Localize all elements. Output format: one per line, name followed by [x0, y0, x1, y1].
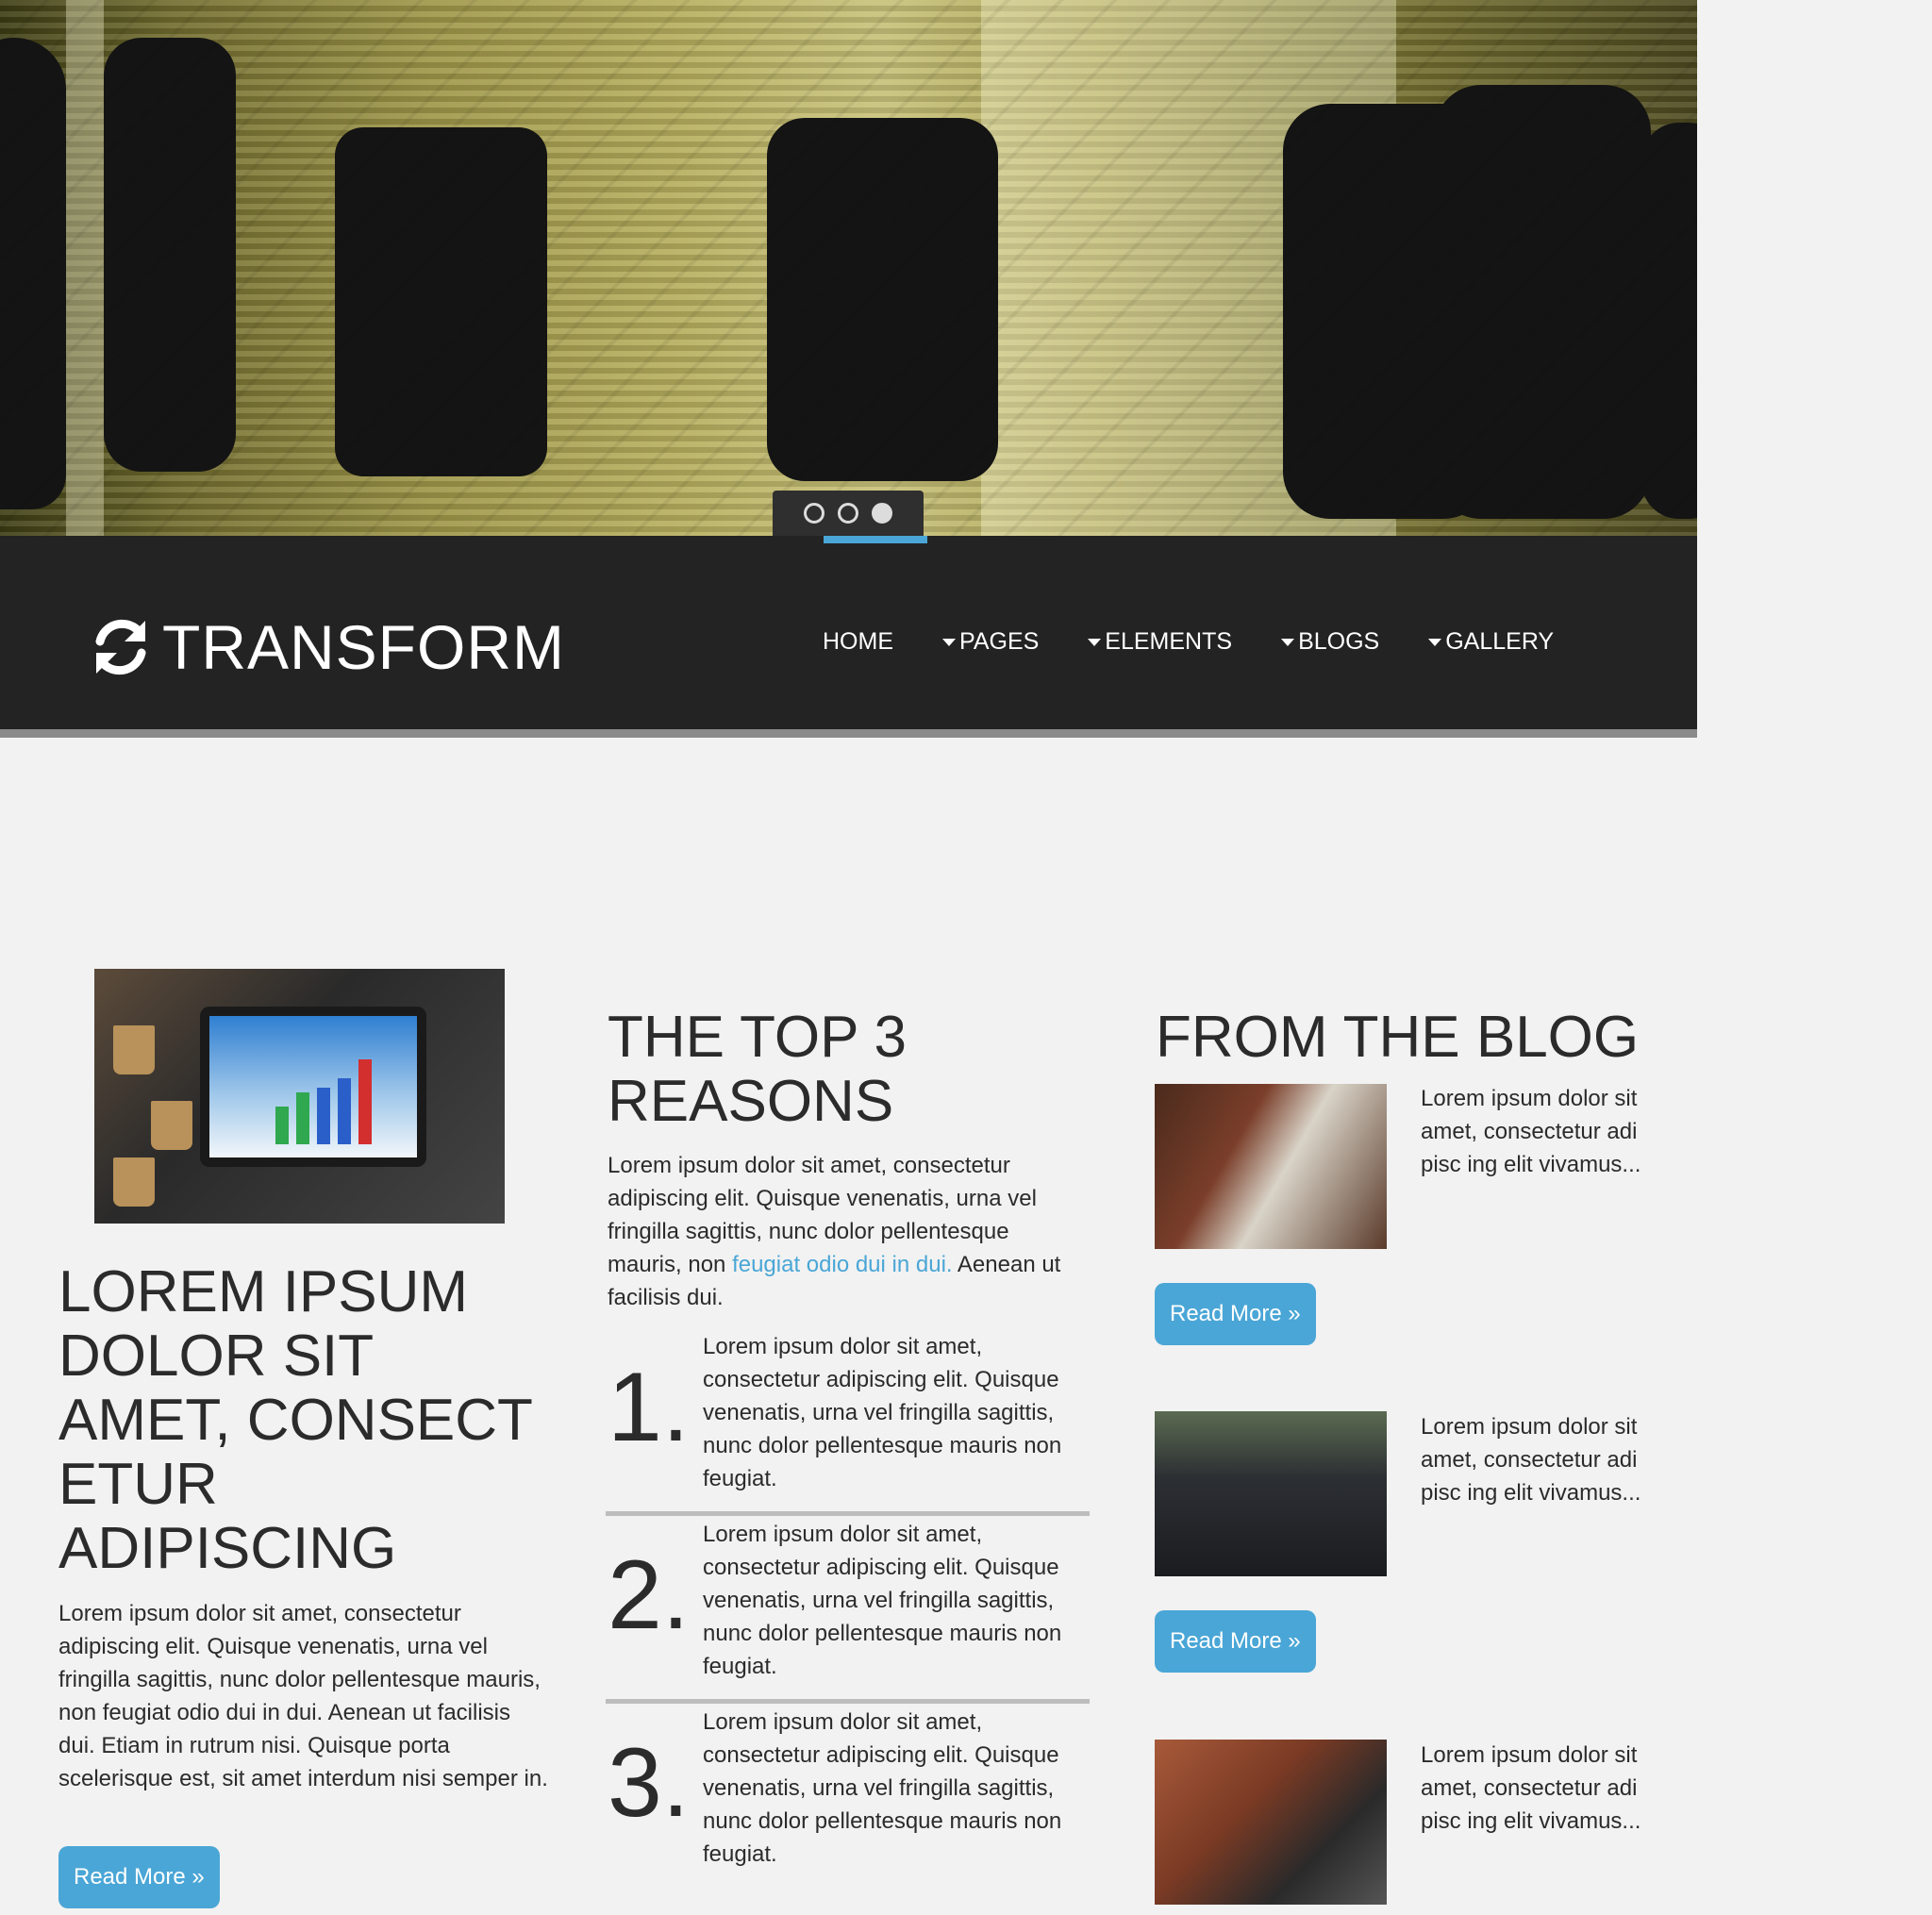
nav-blogs[interactable]: BLOGS	[1281, 628, 1379, 656]
feature-image-laptop	[94, 969, 505, 1224]
feature-title: LOREM IPSUM DOLOR SIT AMET, CONSECT ETUR…	[58, 1259, 532, 1581]
reason-divider	[606, 1699, 1090, 1704]
laptop-screen	[200, 1007, 426, 1167]
reasons-intro-text: Lorem ipsum dolor sit amet, consectetur …	[608, 1149, 1089, 1314]
navbar-border	[0, 729, 1697, 738]
blog-post-excerpt-2: Lorem ipsum dolor sit amet, consectetur …	[1421, 1414, 1641, 1506]
slider-dot-3[interactable]	[872, 503, 892, 524]
slider-pagination	[773, 491, 924, 536]
feature-text-block: Lorem ipsum dolor sit amet, consectetur …	[58, 1597, 549, 1795]
reason-number: 1.	[608, 1353, 690, 1462]
nav-pages[interactable]: PAGES	[942, 628, 1039, 656]
caret-down-icon	[1281, 638, 1295, 646]
reason-text: Lorem ipsum dolor sit amet, consectetur …	[703, 1709, 1062, 1867]
reason-number: 3.	[608, 1728, 690, 1838]
reasons-title: THE TOP 3 REASONS	[608, 1005, 908, 1134]
hero-slider	[0, 0, 1697, 536]
caret-down-icon	[1088, 638, 1102, 646]
read-more-button[interactable]: Read More »	[58, 1846, 220, 1908]
blog-post-excerpt-3: Lorem ipsum dolor sit amet, consectetur …	[1421, 1742, 1641, 1834]
reason-item-3: 3. Lorem ipsum dolor sit amet, consectet…	[608, 1706, 1089, 1875]
reason-divider	[606, 1511, 1090, 1516]
blog-post-image-1[interactable]	[1155, 1084, 1387, 1249]
nav-label: HOME	[823, 628, 893, 655]
chart-bar	[296, 1092, 309, 1144]
blog-read-more-button-1[interactable]: Read More »	[1155, 1283, 1316, 1345]
blog-post-image-3[interactable]	[1155, 1740, 1387, 1905]
cup-image	[151, 1101, 192, 1150]
nav-home[interactable]: HOME	[823, 628, 893, 656]
blog-read-more-button-2[interactable]: Read More »	[1155, 1610, 1316, 1673]
chart-bar	[358, 1059, 372, 1144]
chart-bar	[275, 1107, 289, 1144]
nav-elements[interactable]: ELEMENTS	[1088, 628, 1232, 656]
blog-post-excerpt-1: Lorem ipsum dolor sit amet, consectetur …	[1421, 1086, 1641, 1177]
caret-down-icon	[1428, 638, 1442, 646]
placeholder-watermark	[0, 0, 1697, 536]
intro-link[interactable]: feugiat odio dui in dui.	[732, 1252, 953, 1277]
slider-progress-bar	[824, 536, 927, 543]
feature-text: Lorem ipsum dolor sit amet, consectetur …	[58, 1601, 548, 1791]
cup-image	[113, 1025, 155, 1074]
reason-text: Lorem ipsum dolor sit amet, consectetur …	[703, 1334, 1062, 1491]
nav-label: GALLERY	[1445, 628, 1555, 655]
reason-item-2: 2. Lorem ipsum dolor sit amet, consectet…	[608, 1518, 1089, 1688]
blog-post-image-2[interactable]	[1155, 1411, 1387, 1576]
reasons-intro: Lorem ipsum dolor sit amet, consectetur …	[608, 1149, 1089, 1314]
main-nav: HOME PAGES ELEMENTS BLOGS GALLERY	[823, 628, 1554, 656]
slider-dot-1[interactable]	[804, 503, 824, 524]
chart-bar	[317, 1088, 330, 1144]
laptop-display	[209, 1016, 417, 1157]
reason-number: 2.	[608, 1540, 690, 1650]
reason-text: Lorem ipsum dolor sit amet, consectetur …	[703, 1522, 1062, 1679]
feature-title-block: LOREM IPSUM DOLOR SIT AMET, CONSECT ETUR…	[58, 1260, 549, 1581]
reason-item-1: 1. Lorem ipsum dolor sit amet, consectet…	[608, 1330, 1089, 1500]
logo[interactable]: TRANSFORM	[91, 611, 565, 683]
refresh-icon	[95, 619, 146, 675]
nav-label: PAGES	[959, 628, 1040, 655]
logo-text: TRANSFORM	[162, 612, 565, 682]
chart-bar	[338, 1078, 351, 1144]
nav-label: ELEMENTS	[1105, 628, 1233, 655]
nav-gallery[interactable]: GALLERY	[1428, 628, 1554, 656]
caret-down-icon	[942, 638, 956, 646]
cup-image	[113, 1157, 155, 1207]
slider-dot-2[interactable]	[838, 503, 858, 524]
blog-title: FROM THE BLOG	[1156, 1005, 1640, 1070]
reasons-title-block: THE TOP 3 REASONS	[608, 1006, 1079, 1134]
nav-label: BLOGS	[1298, 628, 1380, 655]
feature-read-more: Read More »	[58, 1846, 220, 1908]
